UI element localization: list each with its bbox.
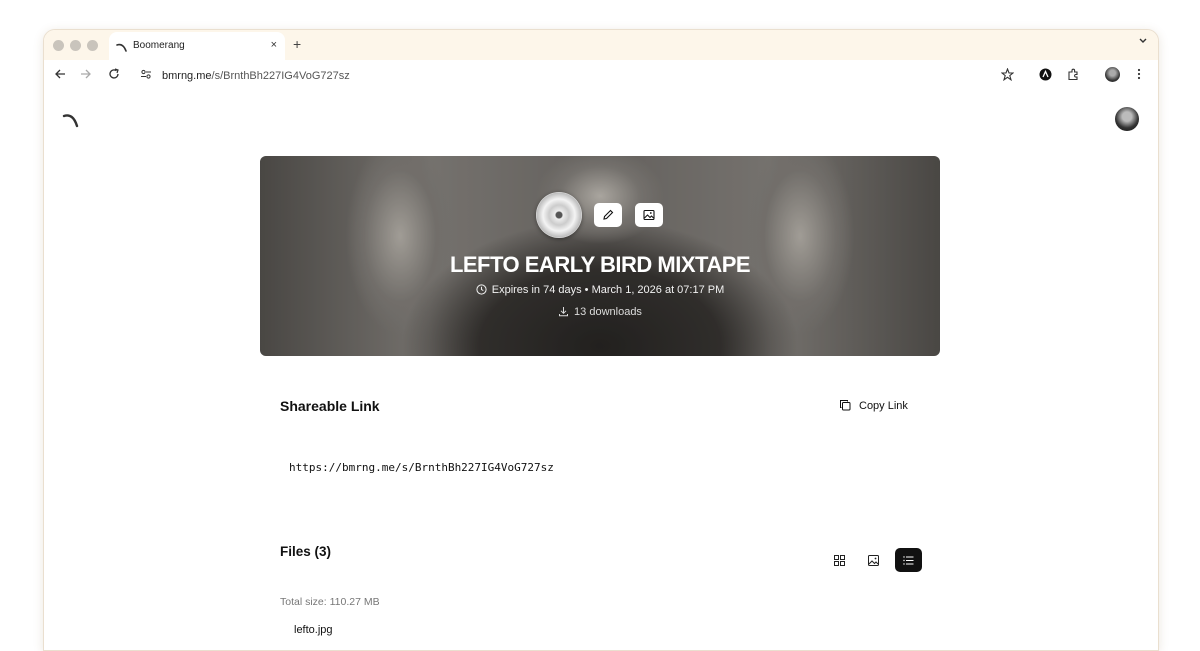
grid-view-button[interactable] [826, 548, 852, 572]
shareable-link-heading: Shareable Link [280, 398, 380, 414]
tab-title: Boomerang [133, 40, 185, 51]
avatar[interactable] [1105, 67, 1120, 82]
address-bar[interactable]: bmrng.me/s/BrnthBh227IG4VoG727sz [162, 70, 350, 82]
browser-window: Boomerang × + bmrng.me/s/BrnthBh227IG4Vo… [43, 29, 1159, 651]
avatar[interactable] [1115, 107, 1139, 131]
page-title: LEFTO EARLY BIRD MIXTAPE [449, 252, 751, 277]
active-tab[interactable]: Boomerang × [109, 32, 285, 60]
copy-link-label: Copy Link [859, 400, 908, 412]
tab-close-icon[interactable]: × [271, 39, 277, 51]
tab-search-icon[interactable] [1138, 37, 1148, 48]
minimize-window-button[interactable] [70, 40, 81, 51]
total-size: Total size: 110.27 MB [280, 596, 380, 608]
grid-view-icon [834, 555, 845, 566]
gallery-view-icon [868, 555, 879, 566]
arrow-left-icon[interactable] [54, 68, 66, 83]
list-view-icon [903, 556, 914, 565]
edit-button[interactable] [594, 203, 622, 227]
browser-toolbar: bmrng.me/s/BrnthBh227IG4VoG727sz [44, 60, 1158, 94]
hero-banner: LEFTO EARLY BIRD MIXTAPE Expires in 74 d… [260, 156, 940, 356]
reload-icon[interactable] [108, 68, 120, 83]
arrow-right-icon[interactable] [80, 68, 92, 83]
tab-strip: Boomerang × + [44, 30, 1158, 60]
clock-icon [476, 284, 487, 298]
page-content: LEFTO EARLY BIRD MIXTAPE Expires in 74 d… [44, 94, 1158, 650]
image-icon [643, 209, 655, 221]
copy-link-button[interactable]: Copy Link [839, 399, 908, 414]
site-settings-icon[interactable] [140, 68, 152, 83]
pencil-icon [603, 209, 614, 220]
files-heading: Files (3) [280, 544, 332, 559]
gallery-view-button[interactable] [860, 548, 886, 572]
boomerang-favicon-icon [116, 40, 128, 58]
close-window-button[interactable] [53, 40, 64, 51]
expiry-info: Expires in 74 days • March 1, 2026 at 07… [260, 284, 940, 298]
list-item[interactable]: lefto.jpg [294, 624, 333, 636]
kebab-menu-icon[interactable] [1137, 68, 1141, 83]
downloads-text: 13 downloads [574, 306, 642, 318]
list-view-button[interactable] [895, 548, 922, 572]
boomerang-logo-icon[interactable] [62, 112, 82, 135]
copy-icon [839, 399, 851, 414]
download-count: 13 downloads [260, 306, 940, 320]
profile-extension-icon[interactable] [1039, 68, 1052, 84]
new-tab-button[interactable]: + [293, 36, 301, 52]
cd-disc-icon [536, 192, 582, 238]
file-name: lefto.jpg [294, 624, 333, 636]
url-path: /s/BrnthBh227IG4VoG727sz [211, 70, 350, 82]
download-icon [558, 306, 569, 320]
url-host: bmrng.me [162, 70, 212, 82]
shareable-link-url[interactable]: https://bmrng.me/s/BrnthBh227IG4VoG727sz [289, 461, 554, 474]
star-icon[interactable] [1000, 67, 1015, 84]
expiry-text: Expires in 74 days • March 1, 2026 at 07… [491, 284, 725, 296]
puzzle-icon[interactable] [1067, 68, 1080, 84]
change-cover-button[interactable] [635, 203, 663, 227]
maximize-window-button[interactable] [87, 40, 98, 51]
